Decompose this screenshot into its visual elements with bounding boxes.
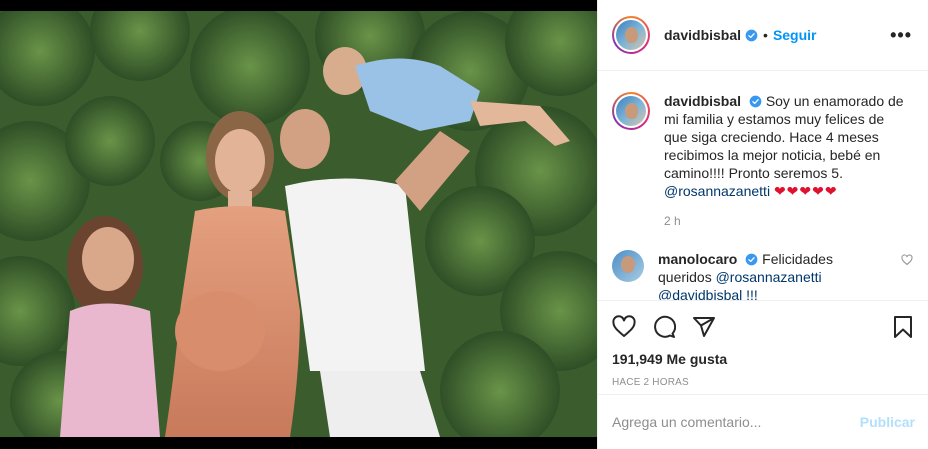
- separator-dot: •: [763, 27, 768, 43]
- caption-mention[interactable]: @rosannazanetti: [664, 183, 770, 199]
- comment-mention[interactable]: @rosannazanetti: [716, 269, 822, 285]
- comment-mention-extra[interactable]: @davidbisbal !!!: [658, 287, 758, 300]
- post-actions: 191,949 Me gusta HACE 2 HORAS: [598, 300, 928, 388]
- author-avatar[interactable]: [612, 16, 650, 54]
- caption: davidbisbal Soy un enamorado de mi famil…: [612, 92, 913, 200]
- add-comment-bar: Publicar: [598, 394, 928, 449]
- comment-item: manolocaro Felicidades queridos @rosanna…: [612, 250, 913, 300]
- post-photo[interactable]: [0, 11, 597, 437]
- caption-time: 2 h: [664, 214, 681, 228]
- caption-avatar[interactable]: [612, 92, 650, 130]
- verified-badge-icon: [745, 29, 758, 41]
- post-timestamp[interactable]: HACE 2 HORAS: [612, 377, 915, 388]
- likes-count[interactable]: 191,949 Me gusta: [612, 351, 915, 367]
- verified-badge-icon: [749, 95, 762, 108]
- commenter-avatar[interactable]: [612, 250, 644, 282]
- heart-emojis: ❤❤❤❤❤: [773, 183, 838, 199]
- comment-text: manolocaro Felicidades queridos @rosanna…: [658, 250, 878, 300]
- post-header: davidbisbal • Seguir •••: [598, 0, 928, 71]
- more-options-icon[interactable]: •••: [890, 25, 912, 46]
- comment-bubble-icon[interactable]: [652, 315, 676, 339]
- photo-panel: [0, 0, 597, 449]
- post-side-panel: davidbisbal • Seguir ••• davidbisbal Soy…: [597, 0, 928, 449]
- comment-input[interactable]: [612, 414, 860, 430]
- like-heart-icon[interactable]: [612, 315, 636, 339]
- caption-username[interactable]: davidbisbal: [664, 93, 741, 109]
- comment-username[interactable]: manolocaro: [658, 251, 737, 267]
- verified-badge-icon: [745, 253, 758, 266]
- share-send-icon[interactable]: [692, 315, 716, 339]
- comment-heart-icon[interactable]: [901, 254, 913, 266]
- action-icons: [612, 313, 915, 341]
- save-bookmark-icon[interactable]: [891, 315, 915, 339]
- comments-section[interactable]: davidbisbal Soy un enamorado de mi famil…: [598, 72, 928, 300]
- caption-text: davidbisbal Soy un enamorado de mi famil…: [664, 92, 904, 200]
- author-username[interactable]: davidbisbal: [664, 27, 741, 43]
- publish-button[interactable]: Publicar: [860, 414, 915, 430]
- follow-button[interactable]: Seguir: [773, 27, 817, 43]
